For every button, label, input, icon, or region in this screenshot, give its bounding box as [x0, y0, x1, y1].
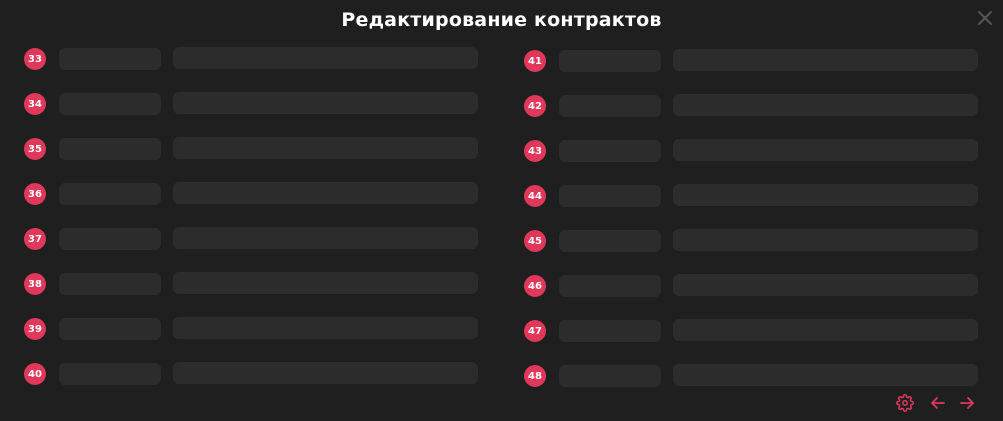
contract-row: 45 — [524, 229, 984, 274]
contract-short-field[interactable] — [559, 50, 661, 72]
contract-long-field[interactable] — [173, 317, 478, 339]
contract-number-badge: 44 — [524, 185, 546, 207]
contract-number-badge: 43 — [524, 140, 546, 162]
contract-number-badge: 35 — [24, 138, 46, 160]
contract-row: 33 — [24, 47, 484, 92]
contract-short-field[interactable] — [59, 48, 161, 70]
contract-row: 40 — [24, 362, 484, 407]
contract-number-badge: 40 — [24, 363, 46, 385]
contract-number-badge: 39 — [24, 318, 46, 340]
contract-long-field[interactable] — [173, 47, 478, 69]
contract-row: 43 — [524, 139, 984, 184]
contract-short-field[interactable] — [59, 93, 161, 115]
contracts-column-right: 41 42 43 44 45 46 47 48 — [524, 49, 984, 409]
next-page-button[interactable] — [958, 394, 976, 412]
contract-long-field[interactable] — [173, 272, 478, 294]
contract-number-badge: 48 — [524, 365, 546, 387]
contract-long-field[interactable] — [173, 137, 478, 159]
contract-long-field[interactable] — [673, 319, 978, 341]
contract-row: 36 — [24, 182, 484, 227]
contract-long-field[interactable] — [173, 227, 478, 249]
prev-page-button[interactable] — [929, 394, 947, 412]
contract-row: 47 — [524, 319, 984, 364]
contract-long-field[interactable] — [673, 139, 978, 161]
contract-short-field[interactable] — [559, 185, 661, 207]
close-icon — [978, 11, 992, 25]
contract-number-badge: 41 — [524, 50, 546, 72]
contract-row: 42 — [524, 94, 984, 139]
footer-controls — [896, 394, 976, 412]
modal-title: Редактирование контрактов — [341, 9, 662, 31]
contract-short-field[interactable] — [59, 363, 161, 385]
contract-row: 39 — [24, 317, 484, 362]
contract-number-badge: 33 — [24, 48, 46, 70]
contract-row: 34 — [24, 92, 484, 137]
contract-row: 44 — [524, 184, 984, 229]
contract-long-field[interactable] — [673, 49, 978, 71]
contract-number-badge: 34 — [24, 93, 46, 115]
contract-number-badge: 38 — [24, 273, 46, 295]
contract-row: 37 — [24, 227, 484, 272]
contract-number-badge: 47 — [524, 320, 546, 342]
contract-number-badge: 37 — [24, 228, 46, 250]
contract-short-field[interactable] — [559, 95, 661, 117]
contracts-column-left: 33 34 35 36 37 38 39 40 — [24, 47, 484, 407]
contract-short-field[interactable] — [559, 365, 661, 387]
contract-short-field[interactable] — [559, 140, 661, 162]
contract-long-field[interactable] — [173, 362, 478, 384]
contract-long-field[interactable] — [673, 184, 978, 206]
contract-short-field[interactable] — [59, 273, 161, 295]
contract-short-field[interactable] — [559, 320, 661, 342]
arrow-left-icon — [931, 397, 945, 409]
contract-number-badge: 42 — [524, 95, 546, 117]
contract-short-field[interactable] — [59, 183, 161, 205]
contract-number-badge: 36 — [24, 183, 46, 205]
contract-long-field[interactable] — [673, 94, 978, 116]
close-button[interactable] — [976, 9, 994, 27]
contract-short-field[interactable] — [59, 138, 161, 160]
contract-short-field[interactable] — [559, 275, 661, 297]
contract-short-field[interactable] — [559, 230, 661, 252]
arrow-right-icon — [960, 397, 974, 409]
contract-row: 46 — [524, 274, 984, 319]
contract-row: 35 — [24, 137, 484, 182]
contract-short-field[interactable] — [59, 318, 161, 340]
contract-short-field[interactable] — [59, 228, 161, 250]
contract-number-badge: 46 — [524, 275, 546, 297]
contract-long-field[interactable] — [173, 92, 478, 114]
settings-button[interactable] — [896, 394, 914, 412]
gear-icon — [896, 394, 914, 412]
contract-long-field[interactable] — [673, 274, 978, 296]
contract-long-field[interactable] — [673, 364, 978, 386]
contract-row: 38 — [24, 272, 484, 317]
contract-long-field[interactable] — [673, 229, 978, 251]
contract-row: 41 — [524, 49, 984, 94]
contract-number-badge: 45 — [524, 230, 546, 252]
contract-long-field[interactable] — [173, 182, 478, 204]
